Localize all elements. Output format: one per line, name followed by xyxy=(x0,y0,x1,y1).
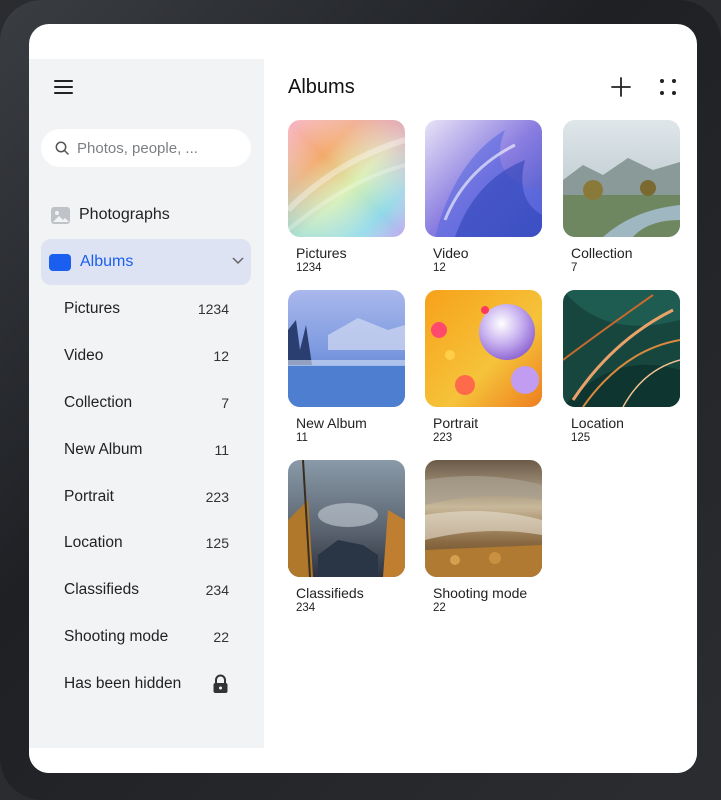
menu-icon[interactable] xyxy=(51,75,79,97)
album-name: Pictures xyxy=(296,245,347,261)
sidebar: Photographs Albums Pictures 1234 Video 1… xyxy=(29,59,264,748)
album-name: Location xyxy=(571,415,624,431)
album-thumbnail xyxy=(288,460,405,577)
sidebar-item-count: 22 xyxy=(213,628,229,645)
album-card-collection[interactable]: Collection 7 xyxy=(563,120,681,275)
album-count: 11 xyxy=(296,432,308,444)
album-count: 223 xyxy=(433,432,453,444)
sidebar-item-hidden[interactable]: Has been hidden xyxy=(29,660,264,707)
bottom-bar xyxy=(29,748,697,773)
sidebar-item-label: Location xyxy=(64,534,123,552)
sidebar-item-count: 12 xyxy=(213,348,229,365)
app-screen: Photographs Albums Pictures 1234 Video 1… xyxy=(29,24,697,773)
album-thumbnail xyxy=(563,120,680,237)
album-thumbnail xyxy=(563,290,680,407)
nav-item-photographs[interactable]: Photographs xyxy=(41,192,251,238)
album-card-location[interactable]: Location 125 xyxy=(563,290,681,445)
sidebar-item-label: Collection xyxy=(64,393,133,411)
album-count: 1234 xyxy=(296,262,322,274)
search-input[interactable] xyxy=(77,139,227,157)
chevron-down-icon[interactable] xyxy=(231,255,245,265)
nav-label-albums: Albums xyxy=(80,253,134,270)
album-count: 234 xyxy=(296,602,316,614)
album-name: Portrait xyxy=(433,415,479,431)
album-count: 22 xyxy=(433,602,446,614)
album-thumbnail xyxy=(425,120,542,237)
sidebar-item-count: 223 xyxy=(205,488,229,505)
sidebar-item-label: New Album xyxy=(64,440,143,458)
album-thumbnail xyxy=(425,460,542,577)
album-card-shooting-mode[interactable]: Shooting mode 22 xyxy=(425,460,543,615)
album-count: 125 xyxy=(571,432,591,444)
plus-icon[interactable] xyxy=(609,75,633,99)
album-thumbnail xyxy=(288,290,405,407)
more-dots-icon[interactable] xyxy=(656,75,680,99)
sidebar-item-label: Portrait xyxy=(64,487,114,505)
album-name: Collection xyxy=(571,245,633,261)
sidebar-item-count: 125 xyxy=(205,535,229,552)
main-content: Albums Pictures 1234 Video 12 Collection… xyxy=(264,59,697,748)
search-icon xyxy=(55,141,69,155)
sidebar-item-label: Classifieds xyxy=(64,581,139,599)
sidebar-item-count: 1234 xyxy=(197,301,229,318)
sidebar-item-pictures[interactable]: Pictures 1234 xyxy=(29,286,264,333)
sidebar-item-classifieds[interactable]: Classifieds 234 xyxy=(29,567,264,614)
lock-icon xyxy=(213,674,228,693)
album-name: Video xyxy=(433,245,469,261)
album-name: New Album xyxy=(296,415,367,431)
sidebar-item-count: 234 xyxy=(205,582,229,599)
sidebar-item-shooting-mode[interactable]: Shooting mode 22 xyxy=(29,614,264,661)
sidebar-item-collection[interactable]: Collection 7 xyxy=(29,380,264,427)
nav-item-albums[interactable]: Albums xyxy=(41,239,251,285)
page-title: Albums xyxy=(288,76,355,98)
album-name: Shooting mode xyxy=(433,585,528,601)
album-count: 7 xyxy=(571,262,578,274)
album-card-portrait[interactable]: Portrait 223 xyxy=(425,290,543,445)
nav-label-photographs: Photographs xyxy=(79,206,170,223)
sidebar-item-label: Video xyxy=(64,347,104,365)
album-thumbnail xyxy=(288,120,405,237)
album-count: 12 xyxy=(433,262,446,274)
sidebar-item-portrait[interactable]: Portrait 223 xyxy=(29,473,264,520)
sidebar-item-count: 7 xyxy=(221,394,229,411)
album-card-new-album[interactable]: New Album 11 xyxy=(288,290,406,445)
sidebar-item-location[interactable]: Location 125 xyxy=(29,520,264,567)
sidebar-item-label: Pictures xyxy=(64,300,120,318)
album-name: Classifieds xyxy=(296,585,364,601)
sidebar-item-video[interactable]: Video 12 xyxy=(29,333,264,380)
album-thumbnail xyxy=(425,290,542,407)
sidebar-item-count: 11 xyxy=(214,441,229,458)
search-bar[interactable] xyxy=(41,129,251,167)
photo-icon xyxy=(51,206,70,224)
album-card-video[interactable]: Video 12 xyxy=(425,120,543,275)
sidebar-item-new-album[interactable]: New Album 11 xyxy=(29,426,264,473)
folder-icon xyxy=(49,253,71,271)
album-card-pictures[interactable]: Pictures 1234 xyxy=(288,120,406,275)
album-list: Pictures 1234 Video 12 Collection 7 New … xyxy=(29,286,264,707)
album-card-classifieds[interactable]: Classifieds 234 xyxy=(288,460,406,615)
sidebar-item-label: Shooting mode xyxy=(64,627,169,645)
sidebar-item-label: Has been hidden xyxy=(64,674,182,692)
